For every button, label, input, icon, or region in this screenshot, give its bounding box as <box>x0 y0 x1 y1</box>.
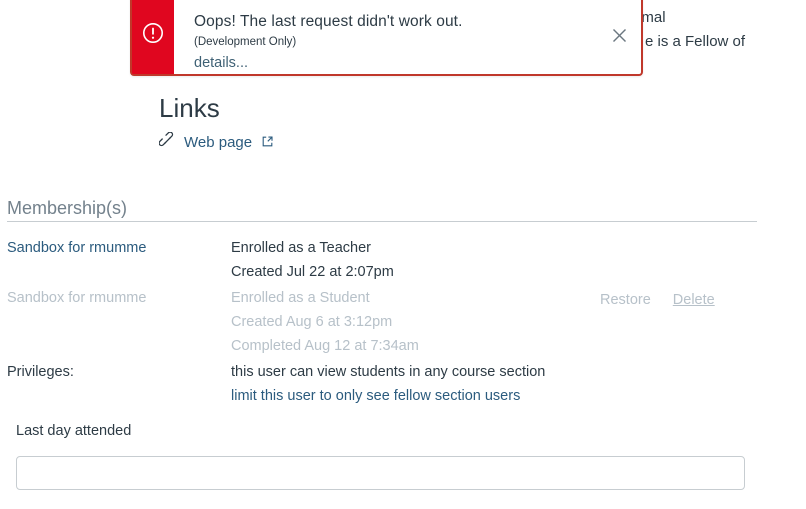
membership-course-link[interactable]: Sandbox for rmumme <box>7 286 146 310</box>
privileges-static-text: this user can view students in any cours… <box>231 364 546 380</box>
membership-course-link[interactable]: Sandbox for rmumme <box>7 236 146 260</box>
membership-divider <box>7 221 757 222</box>
chain-link-icon <box>158 131 176 154</box>
membership-details: Enrolled as a Student Created Aug 6 at 3… <box>231 286 419 358</box>
limit-section-users-link[interactable]: limit this user to only see fellow secti… <box>231 384 520 408</box>
membership-created: Created Aug 6 at 3:12pm <box>231 314 393 330</box>
last-day-attended-input[interactable] <box>16 456 745 490</box>
last-day-attended-label: Last day attended <box>16 423 132 439</box>
flash-body: Oops! The last request didn't work out. … <box>174 0 597 74</box>
flash-details-link[interactable]: details... <box>194 53 248 73</box>
web-page-link[interactable]: Web page <box>184 133 252 153</box>
membership-heading: Membership(s) <box>7 198 128 218</box>
membership-enrollment: Enrolled as a Teacher <box>231 240 371 256</box>
flash-close-button[interactable] <box>597 0 641 74</box>
membership-actions: Restore Delete <box>600 288 715 312</box>
delete-button[interactable]: Delete <box>673 288 715 312</box>
membership-details: Enrolled as a Teacher Created Jul 22 at … <box>231 236 394 284</box>
external-link-icon <box>262 134 273 152</box>
links-heading: Links <box>159 93 220 123</box>
flash-icon-container <box>132 0 174 74</box>
bio-fragment-line-2: e is a Fellow of <box>645 33 746 50</box>
exclamation-circle-icon <box>142 22 164 44</box>
restore-button[interactable]: Restore <box>600 288 651 312</box>
flash-title: Oops! The last request didn't work out. <box>194 13 463 30</box>
privileges-values: this user can view students in any cours… <box>231 360 545 408</box>
close-icon <box>612 28 627 43</box>
privileges-label: Privileges: <box>7 364 74 380</box>
membership-completed: Completed Aug 12 at 7:34am <box>231 338 419 354</box>
error-flash-banner: Oops! The last request didn't work out. … <box>130 0 643 76</box>
web-page-link-row[interactable]: Web page <box>158 131 273 154</box>
membership-enrollment: Enrolled as a Student <box>231 290 370 306</box>
flash-subtitle: (Development Only) <box>194 36 297 48</box>
membership-created: Created Jul 22 at 2:07pm <box>231 264 394 280</box>
